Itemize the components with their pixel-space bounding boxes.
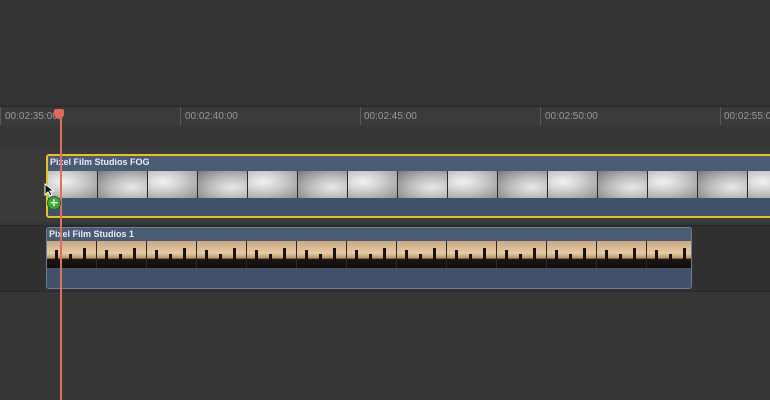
clip-thumbnail: [248, 171, 298, 198]
clip-thumbnail: [198, 171, 248, 198]
clip-studios-1[interactable]: Pixel Film Studios 1: [46, 227, 692, 289]
clip-thumbnail: [197, 241, 247, 268]
clip-thumbnail: [698, 171, 748, 198]
clip-thumbnail: [348, 171, 398, 198]
ruler-tick: [540, 107, 541, 125]
clip-thumbnail: [448, 171, 498, 198]
timeline-ruler[interactable]: 00:02:35:00 00:02:40:00 00:02:45:00 00:0…: [0, 106, 770, 126]
clip-thumbnail: [598, 171, 648, 198]
ruler-tick: [360, 107, 361, 125]
ruler-timecode: 00:02:45:00: [364, 111, 417, 122]
clip-thumbnail: [548, 171, 598, 198]
clip-fog[interactable]: Pixel Film Studios FOG: [46, 154, 770, 218]
playhead-icon[interactable]: [54, 109, 64, 119]
clip-thumbnail: [748, 171, 770, 198]
clip-thumbnail: [547, 241, 597, 268]
ruler-timecode: 00:02:40:00: [185, 111, 238, 122]
clip-thumbnail: [48, 171, 98, 198]
clip-thumbnail: [498, 171, 548, 198]
clip-thumbnail: [98, 171, 148, 198]
clip-thumbnail: [397, 241, 447, 268]
ruler-timecode: 00:02:35:00: [5, 111, 58, 122]
playhead-line[interactable]: [60, 115, 62, 400]
clip-thumbnail: [497, 241, 547, 268]
clip-thumbnail: [148, 171, 198, 198]
pointer-cursor-icon: [44, 183, 54, 197]
clip-thumbnail: [297, 241, 347, 268]
clip-thumbnail: [347, 241, 397, 268]
clip-filmstrip: [48, 171, 770, 198]
ruler-timecode: 00:02:55:00: [724, 111, 770, 122]
clip-thumbnail: [447, 241, 497, 268]
clip-title: Pixel Film Studios FOG: [50, 157, 150, 167]
clip-thumbnail: [597, 241, 647, 268]
clip-thumbnail: [398, 171, 448, 198]
add-icon: +: [47, 196, 61, 210]
viewer-area: [0, 0, 770, 106]
clip-thumbnail: [647, 241, 691, 268]
clip-thumbnail: [97, 241, 147, 268]
clip-thumbnail: [47, 241, 97, 268]
ruler-tick: [180, 107, 181, 125]
clip-thumbnail: [247, 241, 297, 268]
clip-audio-bar: [48, 198, 770, 216]
clip-filmstrip: [47, 241, 691, 268]
ruler-tick: [720, 107, 721, 125]
clip-thumbnail: [298, 171, 348, 198]
ruler-tick: [0, 107, 1, 125]
clip-thumbnail: [147, 241, 197, 268]
ruler-timecode: 00:02:50:00: [545, 111, 598, 122]
clip-thumbnail: [648, 171, 698, 198]
clip-audio-bar: [47, 268, 691, 288]
